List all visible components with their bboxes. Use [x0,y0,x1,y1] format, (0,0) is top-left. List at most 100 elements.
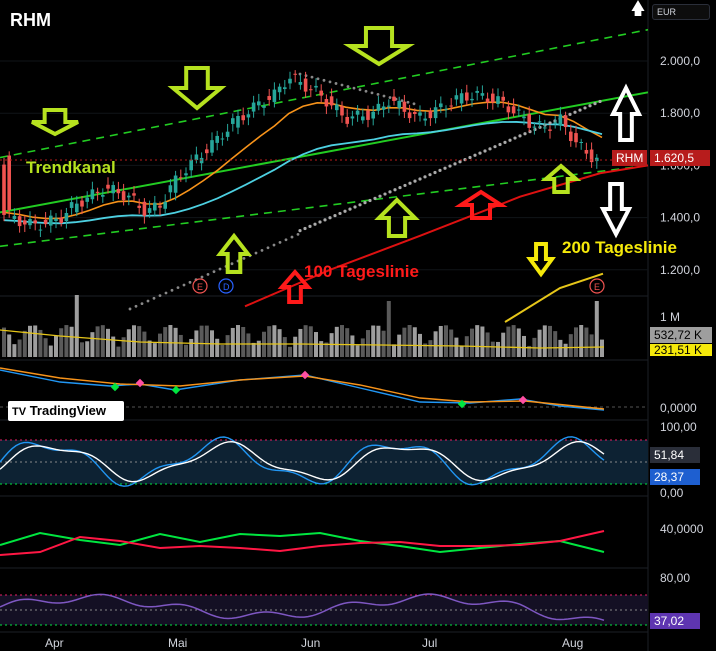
volume-bar [204,325,209,357]
volume-bar [168,325,173,357]
volume-bar [600,339,604,357]
psar-dot [588,104,592,108]
volume-bar [288,346,292,357]
psar-dot [303,226,307,231]
candle-body [574,133,578,143]
chart-canvas[interactable]: 2.000,01.800,01.600,01.400,01.200,0EDE1 … [0,0,716,651]
candle-body [449,105,453,107]
background [0,0,716,651]
volume-bar [106,328,110,357]
candle-body [465,92,469,101]
candle-body [361,116,365,121]
psar-dot [242,256,246,260]
volume-bar [184,344,188,357]
candle-body [522,116,526,119]
arrow-up-icon [631,0,645,16]
volume-bar [2,327,6,357]
volume-bar [563,343,568,357]
psar-dot [206,272,210,276]
volume-bar [386,301,391,357]
volume-bar [438,325,443,357]
volume-bar [334,326,339,357]
psar-dot [348,207,352,211]
volume-bar [558,339,563,357]
candle-body [194,154,199,161]
candle-body [225,131,230,137]
volume-bar [579,325,584,357]
candle-body [335,104,339,111]
candle-body [147,208,152,213]
last-price-badge: 1.620,5 [650,150,710,166]
time-axis-label: Jun [301,636,320,650]
psar-dot [370,91,374,95]
time-axis-label: Jul [422,636,437,650]
psar-dot [438,168,442,172]
psar-dot [254,251,258,255]
volume-bar [246,333,251,357]
candle-body [7,155,11,211]
volume-bar [340,325,344,357]
candle-body [267,96,271,100]
candle-body [423,118,427,121]
volume-bar [449,329,454,357]
currency-selector[interactable]: EUR [652,4,710,20]
candle-body [2,164,6,215]
volume-bar [251,342,256,357]
psar-dot [364,89,368,93]
volume-bar [17,339,22,357]
candle-body [491,93,495,103]
volume-bar [90,332,95,357]
psar-dot [373,196,377,200]
psar-dot [158,294,162,298]
psar-dot [406,100,410,104]
psar-dot [296,233,300,236]
candle-body [153,202,157,211]
volume-bar [59,328,64,357]
volume-bar [277,329,282,357]
psar-dot [328,216,332,220]
psar-dot [318,220,322,224]
candle-body [511,106,516,114]
psar-dot [523,132,527,136]
candle-body [444,108,448,110]
volume-bar [371,325,376,357]
psar-dot [398,185,402,190]
candle-body [418,112,422,116]
psar-dot [393,188,397,192]
candle-body [584,150,589,154]
psar-dot [358,203,362,207]
candle-body [454,95,459,100]
volume-bar [319,341,324,357]
psar-dot [134,304,138,308]
psar-dot [313,222,317,226]
candle-body [303,78,308,92]
volume-bar [64,325,69,357]
psar-dot [328,80,332,84]
candle-body [402,101,407,112]
volume-bar [298,328,303,357]
psar-dot [338,211,342,216]
psar-dot [376,93,380,96]
candle-body [179,177,183,179]
volume-bar [85,341,90,357]
psar-dot [518,134,522,138]
candle-body [121,191,126,201]
tradingview-logo: TV TradingView [8,401,124,421]
volume-bar [329,333,334,357]
candle-body [459,93,464,104]
volume-bar [428,340,433,357]
psar-dot [408,181,412,185]
candle-body [293,73,297,75]
candle-body [496,96,500,104]
psar-dot [170,288,174,292]
psar-dot [128,307,132,311]
psar-dot [593,102,597,106]
psar-dot [383,192,387,196]
candle-body [199,157,204,164]
psar-dot [284,238,288,242]
psar-dot [513,136,517,140]
candle-body [75,203,79,213]
candle-body [80,200,84,207]
candle-body [548,129,552,131]
psar-dot [152,296,156,300]
